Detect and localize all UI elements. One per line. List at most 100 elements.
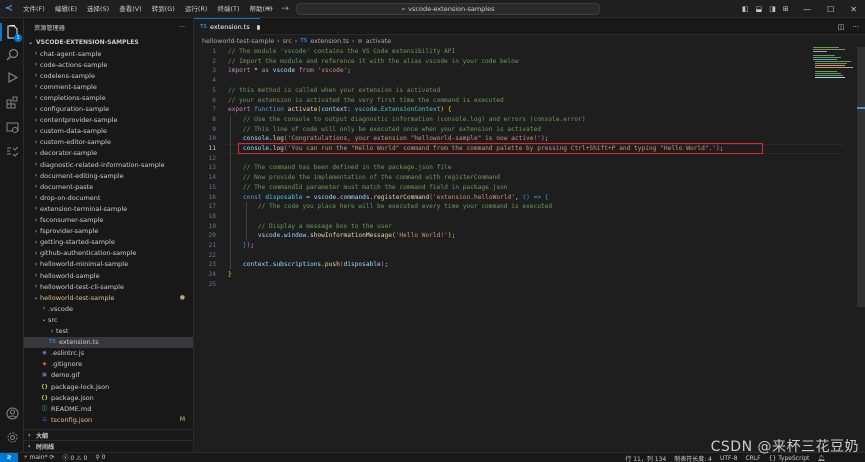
tree-folder[interactable]: › contentprovider-sample xyxy=(24,115,193,126)
minimize-icon[interactable]: — xyxy=(803,5,811,14)
tree-file[interactable]: {} package.json xyxy=(24,392,193,403)
tree-item-label: contentprovider-sample xyxy=(40,116,118,125)
more-actions-icon[interactable]: ··· xyxy=(179,24,185,31)
menu-edit[interactable]: 编辑(E) xyxy=(50,0,82,18)
menu-selection[interactable]: 选择(S) xyxy=(82,0,114,18)
manage-gear-icon[interactable] xyxy=(4,429,20,445)
breadcrumb-symbol[interactable]: activate xyxy=(366,38,391,45)
back-arrow-icon[interactable]: ← xyxy=(266,4,274,14)
unsaved-dot-icon[interactable] xyxy=(256,24,260,30)
toggle-panel-icon[interactable]: ⬓ xyxy=(756,5,763,13)
tree-folder[interactable]: › fsconsumer-sample xyxy=(24,215,193,226)
tree-item-label: code-actions-sample xyxy=(40,60,108,69)
outline-section-header[interactable]: › 大纲 xyxy=(24,429,193,440)
tab-extension-ts[interactable]: TS extension.ts xyxy=(194,18,260,35)
tree-item-label: src xyxy=(48,315,58,324)
vertical-scrollbar[interactable] xyxy=(857,47,865,307)
menu-go[interactable]: 转到(G) xyxy=(147,0,180,18)
remote-indicator-icon[interactable]: ≷ xyxy=(0,452,18,462)
tree-folder[interactable]: › chat-agent-sample xyxy=(24,48,193,59)
tree-folder[interactable]: › drop-on-document xyxy=(24,192,193,203)
tree-folder[interactable]: › custom-data-sample xyxy=(24,126,193,137)
chevron-right-icon: › xyxy=(50,327,54,335)
menu-file[interactable]: 文件(F) xyxy=(18,0,50,18)
tree-item-label: .vscode xyxy=(48,304,73,313)
split-editor-icon[interactable]: ◫ xyxy=(838,23,845,31)
minimap[interactable] xyxy=(813,47,853,107)
customize-layout-icon[interactable]: ⊞ xyxy=(783,5,789,13)
tree-folder[interactable]: › helloworld-minimal-sample xyxy=(24,259,193,270)
activity-bar: 1 xyxy=(0,18,24,452)
more-actions-icon[interactable]: ··· xyxy=(852,23,859,31)
branch-item[interactable]: ⑂ main* ⟳ xyxy=(24,454,54,461)
tree-folder[interactable]: ⌄ helloworld-test-sample ● xyxy=(24,292,193,303)
timeline-section-header[interactable]: › 时间线 xyxy=(24,440,193,451)
tree-file[interactable]: ◆ .gitignore xyxy=(24,359,193,370)
run-debug-icon[interactable] xyxy=(4,69,20,85)
tree-file[interactable]: {} package-lock.json xyxy=(24,381,193,392)
indent-guide xyxy=(230,115,231,270)
command-center-search[interactable]: ⌕ vscode-extension-samples xyxy=(296,3,600,15)
tree-folder[interactable]: › custom-editor-sample xyxy=(24,137,193,148)
search-icon[interactable] xyxy=(4,46,20,62)
nav-arrows: ← → xyxy=(266,0,289,18)
breadcrumb-src[interactable]: src xyxy=(283,38,292,45)
tree-folder[interactable]: › completions-sample xyxy=(24,92,193,103)
tree-folder[interactable]: ⌄ src xyxy=(24,314,193,325)
tree-file[interactable]: ☰ tsconfig.json M xyxy=(24,414,193,425)
close-icon[interactable]: ✕ xyxy=(850,5,857,14)
tree-file[interactable]: TS extension.ts xyxy=(24,336,193,348)
line-number: 3 xyxy=(212,67,216,75)
tree-folder[interactable]: › .vscode xyxy=(24,303,193,314)
menu-terminal[interactable]: 终端(T) xyxy=(212,0,244,18)
tree-folder[interactable]: › diagnostic-related-information-sample xyxy=(24,159,193,170)
tree-folder[interactable]: › configuration-sample xyxy=(24,104,193,115)
account-icon[interactable] xyxy=(4,405,20,421)
workspace-section-header[interactable]: ⌄ VSCODE-EXTENSION-SAMPLES xyxy=(24,36,193,48)
indentation[interactable]: 制表符长度: 4 xyxy=(674,454,712,462)
toggle-sidebar-icon[interactable]: ◧ xyxy=(742,5,749,13)
tree-folder[interactable]: › codelens-sample xyxy=(24,70,193,81)
cursor-position[interactable]: 行 11，列 134 xyxy=(625,454,666,462)
tree-folder[interactable]: › fsprovider-sample xyxy=(24,226,193,237)
timeline-label: 时间线 xyxy=(36,443,55,451)
tree-folder[interactable]: › getting-started-sample xyxy=(24,237,193,248)
tree-file[interactable]: ◉ .eslintrc.js xyxy=(24,348,193,359)
maximize-icon[interactable]: ☐ xyxy=(827,5,834,14)
chevron-right-icon: › xyxy=(34,227,38,235)
extensions-icon[interactable] xyxy=(4,94,20,110)
sync-icon[interactable]: ⟳ xyxy=(49,454,54,461)
tree-folder[interactable]: › extension-terminal-sample xyxy=(24,203,193,214)
line-number: 13 xyxy=(208,164,216,172)
menu-view[interactable]: 查看(V) xyxy=(114,0,147,18)
line-number: 2 xyxy=(212,57,216,65)
tree-folder[interactable]: › document-paste xyxy=(24,181,193,192)
remote-explorer-icon[interactable] xyxy=(4,119,20,135)
problems-item[interactable]: ⓧ 0 ⚠ 0 xyxy=(62,453,87,462)
tree-folder[interactable]: › comment-sample xyxy=(24,81,193,92)
tree-folder[interactable]: › code-actions-sample xyxy=(24,59,193,70)
breadcrumb-file[interactable]: extension.ts xyxy=(310,38,348,45)
search-text: vscode-extension-samples xyxy=(408,5,495,13)
code-editor[interactable]: 1 2 3 4 5 6 7 8 9 10 11 12 13 14 15 16 17 18 19 20 21 22 23 24 2… xyxy=(194,47,865,452)
tree-item-label: .gitignore xyxy=(51,360,83,369)
breadcrumb-folder[interactable]: helloworld-test-sample xyxy=(202,38,274,45)
tree-folder[interactable]: › helloworld-test-cli-sample xyxy=(24,281,193,292)
toggle-secondary-sidebar-icon[interactable]: ◨ xyxy=(769,5,776,13)
forward-arrow-icon[interactable]: → xyxy=(282,4,290,14)
tree-file[interactable]: ⓘ README.md xyxy=(24,403,193,414)
tree-file[interactable]: ▣ demo.gif xyxy=(24,370,193,381)
line-number: 16 xyxy=(208,193,216,201)
tree-folder[interactable]: › github-authentication-sample xyxy=(24,248,193,259)
tree-folder[interactable]: › document-editing-sample xyxy=(24,170,193,181)
git-branch-icon: ⑂ xyxy=(24,454,28,461)
tree-folder[interactable]: › decorator-sample xyxy=(24,148,193,159)
chevron-right-icon: › xyxy=(28,442,31,450)
tree-item-label: decorator-sample xyxy=(40,149,98,158)
testing-icon[interactable] xyxy=(4,143,20,159)
tree-folder[interactable]: › test xyxy=(24,326,193,337)
tree-folder[interactable]: › helloworld-sample xyxy=(24,270,193,281)
menu-run[interactable]: 运行(R) xyxy=(180,0,213,18)
ports-item[interactable]: ⚲ 0 xyxy=(95,454,105,461)
explorer-icon[interactable]: 1 xyxy=(4,24,22,42)
